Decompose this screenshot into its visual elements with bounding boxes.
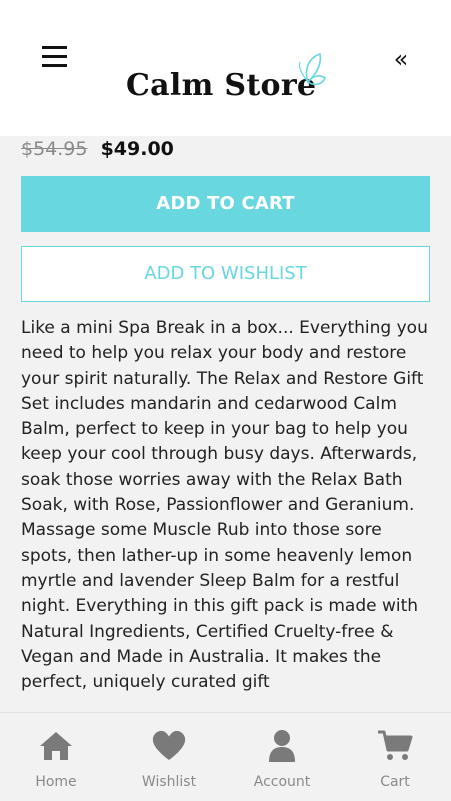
collapse-chevron-icon[interactable]: «	[386, 44, 416, 74]
original-price: $54.95	[21, 138, 88, 160]
nav-item-cart[interactable]: Cart	[339, 713, 451, 801]
price-row: $54.95 $49.00	[21, 138, 174, 162]
store-logo[interactable]: Calm Store	[126, 52, 326, 103]
heart-icon	[152, 730, 186, 760]
product-description: Like a mini Spa Break in a box... Everyt…	[21, 318, 428, 693]
hamburger-menu-icon[interactable]	[42, 46, 67, 68]
product-details: $54.95 $49.00 ADD TO CART ADD TO WISHLIS…	[0, 136, 451, 712]
butterfly-icon	[298, 52, 326, 86]
bottom-navigation: Home Wishlist Account Cart	[0, 712, 451, 801]
add-to-cart-button[interactable]: ADD TO CART	[21, 176, 430, 232]
nav-item-wishlist[interactable]: Wishlist	[113, 713, 225, 801]
cart-icon	[378, 730, 413, 760]
nav-label-cart: Cart	[380, 774, 410, 790]
sale-price: $49.00	[100, 138, 174, 160]
nav-label-account: Account	[253, 774, 311, 790]
user-icon	[269, 730, 295, 762]
home-icon	[40, 732, 72, 760]
nav-item-account[interactable]: Account	[226, 713, 338, 801]
app-header: Calm Store «	[0, 0, 451, 136]
logo-text: Calm Store	[126, 68, 317, 103]
nav-label-wishlist: Wishlist	[141, 774, 197, 790]
nav-item-home[interactable]: Home	[0, 713, 112, 801]
nav-label-home: Home	[35, 774, 77, 790]
add-to-wishlist-button[interactable]: ADD TO WISHLIST	[21, 246, 430, 302]
